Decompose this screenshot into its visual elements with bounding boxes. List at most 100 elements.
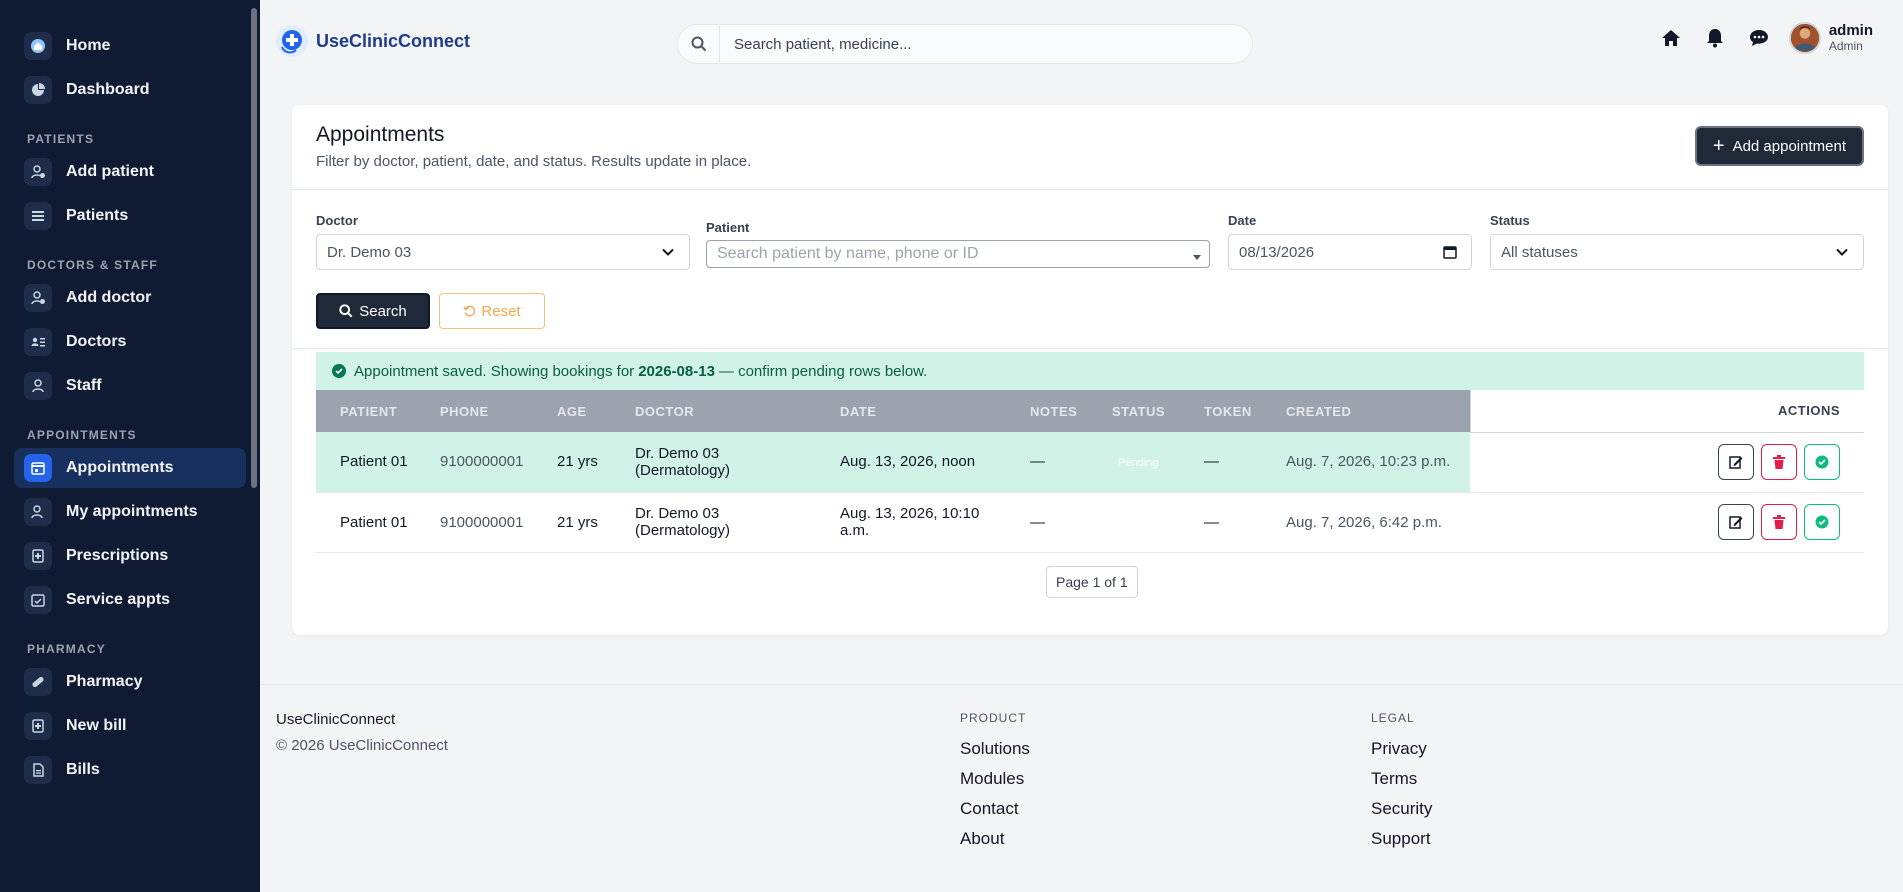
user-icon	[24, 372, 52, 400]
add-user-icon	[24, 158, 52, 186]
add-appointment-button[interactable]: + Add appointment	[1694, 126, 1864, 166]
delete-button[interactable]	[1760, 444, 1797, 480]
pagination: Page 1 of 1	[1046, 566, 1138, 598]
footer-link-solutions[interactable]: Solutions	[960, 734, 1030, 764]
sidebar-item-bills[interactable]: Bills	[14, 750, 246, 790]
alert-date: 2026-08-13	[638, 362, 715, 380]
sidebar-scrollbar[interactable]	[251, 8, 257, 488]
clinic-logo-icon	[276, 25, 308, 57]
cell-patient: Patient 01	[316, 432, 416, 493]
sidebar-item-appointments[interactable]: Appointments	[14, 448, 246, 488]
cell-token: —	[1180, 492, 1262, 553]
alert-suffix: — confirm pending rows below.	[718, 362, 928, 380]
date-input[interactable]: 08/13/2026	[1228, 234, 1472, 270]
column-header[interactable]: AGE	[533, 390, 611, 432]
column-header[interactable]: PATIENT	[316, 390, 416, 432]
doctor-select[interactable]: Dr. Demo 03	[316, 234, 690, 270]
sidebar-item-label: Dashboard	[66, 81, 150, 98]
user-icon	[24, 498, 52, 526]
sidebar-item-pharmacy[interactable]: Pharmacy	[14, 662, 246, 702]
sidebar-item-new-bill[interactable]: New bill	[14, 706, 246, 746]
status-label: Status	[1490, 213, 1530, 228]
cell-notes: —	[1006, 492, 1088, 553]
sidebar-item-doctors[interactable]: Doctors	[14, 322, 246, 362]
footer: UseClinicConnect © 2026 UseClinicConnect…	[260, 684, 1903, 892]
pie-chart-icon	[24, 76, 52, 104]
sidebar-nav: Home Dashboard PATIENTS Add patient Pati…	[0, 0, 260, 790]
chat-icon[interactable]	[1747, 26, 1771, 50]
footer-column-title: LEGAL	[1371, 711, 1415, 725]
table-row[interactable]: Patient 01 9100000001 21 yrs Dr. Demo 03…	[316, 432, 1864, 493]
column-header[interactable]: STATUS	[1088, 390, 1180, 432]
column-header[interactable]: DOCTOR	[611, 390, 816, 432]
search-input[interactable]	[720, 35, 1240, 53]
sidebar-item-label: Add patient	[66, 163, 154, 180]
sidebar-item-service-appts[interactable]: Service appts	[14, 580, 246, 620]
footer-column-title: PRODUCT	[960, 711, 1027, 725]
sidebar-item-label: Service appts	[66, 591, 171, 608]
sidebar-item-label: Patients	[66, 207, 129, 224]
reset-button-label: Reset	[481, 302, 521, 320]
footer-link-modules[interactable]: Modules	[960, 764, 1030, 794]
document-icon	[24, 756, 52, 784]
home-icon[interactable]	[1659, 26, 1683, 50]
sidebar-item-label: Prescriptions	[66, 547, 169, 564]
sidebar-item-my-appointments[interactable]: My appointments	[14, 492, 246, 532]
status-select[interactable]: All statuses	[1490, 234, 1864, 270]
pill-icon	[24, 668, 52, 696]
footer-link-privacy[interactable]: Privacy	[1371, 734, 1432, 764]
sidebar-item-dashboard[interactable]: Dashboard	[14, 70, 246, 110]
column-header[interactable]: TOKEN	[1180, 390, 1262, 432]
sidebar-item-label: Appointments	[66, 459, 174, 476]
footer-link-about[interactable]: About	[960, 824, 1030, 854]
cell-age: 21 yrs	[533, 492, 611, 553]
nav-section-title: DOCTORS & STAFF	[27, 258, 158, 272]
user-name: admin	[1828, 22, 1873, 39]
edit-button[interactable]	[1717, 444, 1754, 480]
column-header[interactable]: PHONE	[416, 390, 533, 432]
cell-notes: —	[1006, 432, 1088, 493]
appointments-card: Appointments Filter by doctor, patient, …	[292, 105, 1888, 635]
search-button[interactable]: Search	[316, 293, 430, 329]
footer-product-column: PRODUCT Solutions Modules Contact About	[960, 711, 1030, 854]
avatar	[1788, 22, 1821, 54]
cell-actions	[1470, 492, 1864, 553]
user-menu[interactable]: admin Admin	[1788, 22, 1873, 54]
footer-link-terms[interactable]: Terms	[1371, 764, 1432, 794]
column-header[interactable]: NOTES	[1006, 390, 1088, 432]
bell-icon[interactable]	[1703, 26, 1727, 50]
alert-prefix: Appointment saved. Showing bookings for	[354, 362, 635, 380]
column-header[interactable]: CREATED	[1262, 390, 1470, 432]
footer-link-support[interactable]: Support	[1371, 824, 1432, 854]
delete-button[interactable]	[1760, 504, 1797, 540]
sidebar-item-add-doctor[interactable]: Add doctor	[14, 278, 246, 318]
status-select-value: All statuses	[1501, 243, 1578, 261]
search-icon	[678, 25, 720, 63]
column-header[interactable]: DATE	[816, 390, 1006, 432]
table-row[interactable]: Patient 01 9100000001 21 yrs Dr. Demo 03…	[316, 492, 1864, 553]
sidebar-item-prescriptions[interactable]: Prescriptions	[14, 536, 246, 576]
footer-link-contact[interactable]: Contact	[960, 794, 1030, 824]
cell-doctor: Dr. Demo 03 (Dermatology)	[611, 432, 816, 493]
brand[interactable]: UseClinicConnect	[276, 25, 470, 57]
confirm-button[interactable]	[1804, 444, 1840, 480]
check-circle-icon	[1815, 515, 1829, 529]
reset-button[interactable]: Reset	[439, 293, 545, 329]
footer-link-security[interactable]: Security	[1371, 794, 1432, 824]
sidebar-item-patients[interactable]: Patients	[14, 196, 246, 236]
page-subtitle: Filter by doctor, patient, date, and sta…	[316, 153, 752, 170]
edit-button[interactable]	[1717, 504, 1754, 540]
sidebar-item-add-patient[interactable]: Add patient	[14, 152, 246, 192]
global-search	[677, 24, 1253, 64]
trash-icon	[1772, 455, 1785, 469]
column-header: ACTIONS	[1469, 390, 1864, 433]
search-button-label: Search	[359, 302, 407, 320]
sidebar-item-home[interactable]: Home	[14, 26, 246, 66]
date-input-value: 08/13/2026	[1239, 243, 1315, 261]
cell-actions	[1470, 432, 1864, 493]
sidebar-item-staff[interactable]: Staff	[14, 366, 246, 406]
confirm-button[interactable]	[1804, 504, 1840, 540]
patient-search-input[interactable]: Search patient by name, phone or ID	[706, 240, 1210, 268]
cell-date: Aug. 13, 2026, noon	[816, 432, 1006, 493]
calendar-icon[interactable]	[1443, 245, 1457, 263]
